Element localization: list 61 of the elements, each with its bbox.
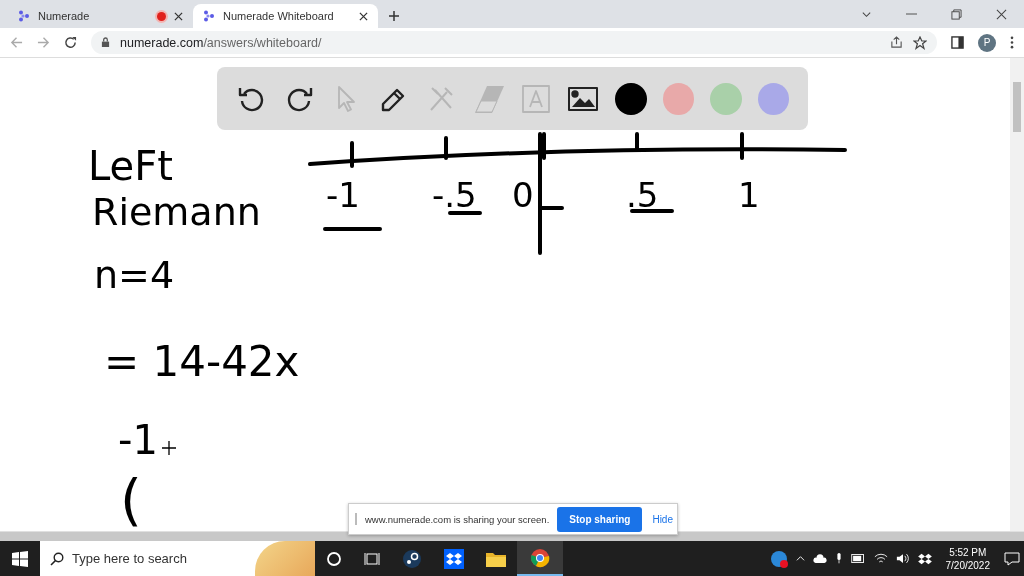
close-icon[interactable]	[359, 11, 368, 21]
vertical-scrollbar[interactable]	[1010, 58, 1024, 531]
share-icon[interactable]	[890, 36, 903, 49]
new-tab-icon[interactable]	[388, 10, 400, 22]
url-text: numerade.com/answers/whiteboard/	[120, 35, 322, 50]
color-swatch[interactable]	[757, 82, 789, 115]
handwritten-label: 0	[512, 178, 534, 212]
address-field[interactable]: numerade.com/answers/whiteboard/	[91, 31, 937, 54]
close-icon[interactable]	[174, 11, 183, 21]
speaker-icon[interactable]	[895, 553, 910, 564]
handwritten-label: 1	[738, 178, 760, 212]
handwritten-note: -1	[118, 420, 158, 460]
handwritten-note: LeFt	[88, 146, 173, 186]
chevron-up-icon[interactable]	[795, 554, 805, 563]
close-icon[interactable]	[996, 8, 1007, 20]
search-highlight-drawing	[255, 541, 315, 576]
stop-sharing-button[interactable]: Stop sharing	[557, 506, 643, 532]
reload-icon[interactable]	[64, 36, 77, 49]
notification-icon[interactable]	[1004, 551, 1020, 566]
handwritten-note: (	[120, 472, 142, 528]
handwritten-label: -.5	[432, 178, 477, 212]
menu-icon[interactable]	[1010, 36, 1014, 49]
chrome-taskbar-button[interactable]	[517, 541, 563, 576]
lock-icon	[101, 37, 110, 48]
steam-icon[interactable]	[402, 548, 422, 569]
hide-link[interactable]: Hide	[650, 513, 675, 525]
cloud-icon[interactable]	[812, 554, 827, 563]
text-box-icon	[519, 82, 552, 115]
color-swatch[interactable]	[710, 82, 742, 115]
search-icon	[50, 551, 64, 566]
handwritten-label: .5	[626, 178, 659, 212]
handwritten-note: Riemann	[92, 193, 261, 231]
profile-avatar[interactable]: P	[978, 33, 996, 52]
taskbar-search-field[interactable]: Type here to search	[40, 541, 315, 576]
sharing-message: www.numerade.com is sharing your screen.	[365, 513, 550, 525]
task-view-icon[interactable]	[364, 550, 380, 567]
recording-icon	[157, 11, 166, 21]
windows-logo-icon[interactable]	[12, 550, 28, 567]
folder-icon[interactable]	[486, 550, 506, 567]
microphone-icon[interactable]	[834, 552, 843, 565]
handwritten-label: -1	[326, 178, 360, 212]
star-icon[interactable]	[913, 35, 927, 50]
wifi-icon[interactable]	[873, 553, 888, 564]
crosshair-cursor-icon	[162, 441, 176, 455]
logo-icon	[18, 10, 30, 22]
taskbar-clock[interactable]: 5:52 PM 7/20/2022	[945, 545, 990, 572]
browser-tab[interactable]: Numerade Whiteboard	[193, 4, 378, 28]
handwritten-note: = 14-42x	[104, 341, 300, 383]
browser-tab[interactable]: Numerade	[8, 4, 193, 28]
dropbox-icon[interactable]	[444, 548, 464, 569]
battery-icon[interactable]	[850, 554, 866, 563]
color-swatch[interactable]	[662, 82, 694, 115]
side-panel-icon[interactable]	[951, 36, 964, 49]
drag-handle[interactable]	[355, 513, 357, 525]
color-swatch[interactable]	[615, 82, 647, 115]
handwritten-note: n=4	[94, 256, 175, 294]
cortana-icon[interactable]	[326, 550, 342, 567]
logo-icon	[203, 10, 215, 22]
dropbox-tray-icon[interactable]	[917, 552, 932, 565]
chrome-icon	[530, 547, 550, 568]
restore-icon[interactable]	[951, 8, 962, 20]
